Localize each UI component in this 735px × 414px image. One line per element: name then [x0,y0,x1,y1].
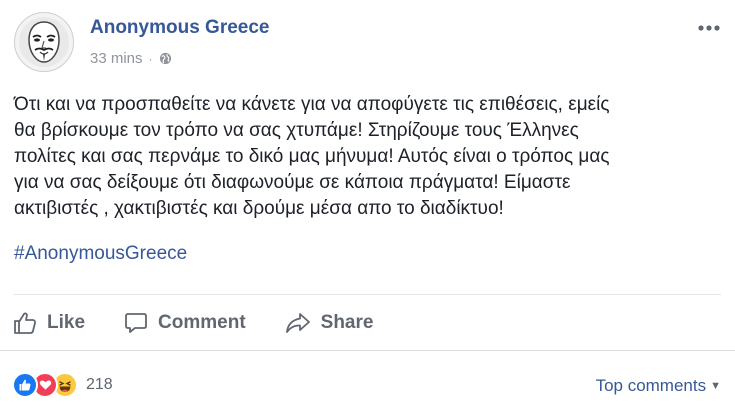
thumbs-up-icon [14,312,36,334]
post-meta: 33 mins · [90,50,172,67]
hashtag-link[interactable]: #AnonymousGreece [14,241,187,267]
comments-sort-dropdown[interactable]: Top comments ▼ [596,376,721,396]
comment-bubble-icon [125,313,147,333]
page-name-link[interactable]: Anonymous Greece [90,17,270,39]
comment-label: Comment [158,312,246,333]
meta-separator: · [148,51,153,66]
page-avatar[interactable] [14,12,74,72]
post-action-bar: Like Comment Share [12,303,373,343]
caret-down-icon: ▼ [710,380,721,392]
divider [14,294,721,295]
share-label: Share [320,312,374,333]
globe-icon[interactable] [159,52,172,65]
like-button[interactable]: Like [12,310,85,336]
divider [0,350,735,351]
share-arrow-icon [285,313,310,333]
like-reaction-icon [12,372,38,398]
guy-fawkes-mask-icon [19,17,69,67]
comments-sort-label: Top comments [595,376,707,395]
reactions-summary[interactable]: 218 [12,372,113,398]
more-options-icon[interactable] [697,14,721,36]
share-button[interactable]: Share [284,310,374,336]
like-label: Like [47,312,86,333]
post-timestamp[interactable]: 33 mins [90,50,143,67]
post-body-text: Ότι και να προσπαθείτε να κάνετε για να … [14,94,610,219]
reaction-count: 218 [86,376,113,393]
comment-button[interactable]: Comment [123,310,246,336]
